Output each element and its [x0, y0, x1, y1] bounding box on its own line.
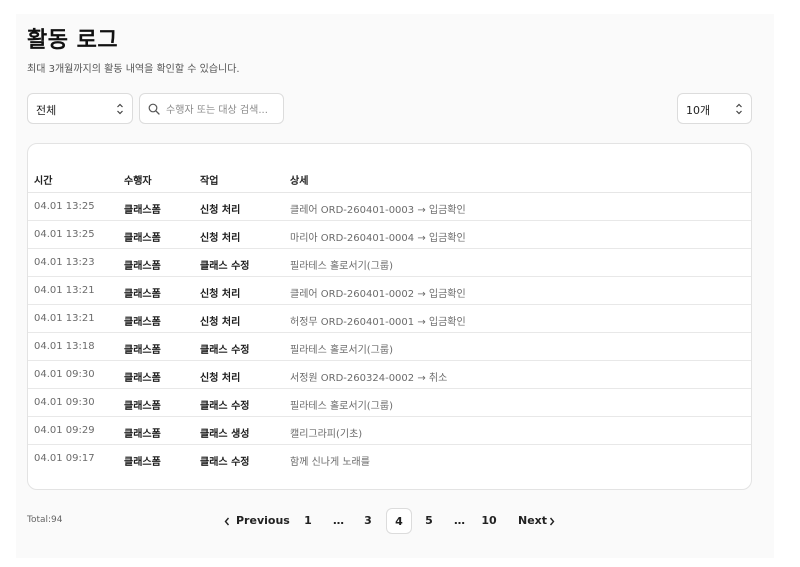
table-body: 04.01 13:25 클래스폼 신청 처리 클레어 ORD-260401-00… [28, 193, 751, 472]
column-header-detail: 상세 [290, 176, 309, 187]
chevron-left-icon [224, 517, 230, 526]
column-header-time: 시간 [34, 176, 53, 187]
cell-action: 신청 처리 [200, 205, 241, 216]
cell-detail: 캘리그라피(기초) [290, 429, 363, 440]
cell-action: 클래스 수정 [200, 345, 250, 356]
cell-action: 신청 처리 [200, 233, 241, 244]
cell-actor: 클래스폼 [124, 233, 161, 244]
table-row: 04.01 13:25 클래스폼 신청 처리 마리아 ORD-260401-00… [28, 221, 751, 249]
page-subtitle: 최대 3개월까지의 활동 내역을 확인할 수 있습니다. [27, 64, 240, 75]
cell-time: 04.01 13:25 [34, 201, 95, 212]
previous-page-button[interactable]: Previous [222, 508, 290, 534]
next-label: Next [518, 514, 548, 527]
page-button[interactable]: 5 [416, 508, 442, 534]
cell-time: 04.01 13:21 [34, 313, 95, 324]
page-size-value: 10개 [686, 104, 711, 117]
cell-time: 04.01 09:30 [34, 397, 95, 408]
cell-detail: 허정무 ORD-260401-0001 → 입금확인 [290, 317, 466, 328]
chevron-up-down-icon [736, 103, 742, 115]
cell-detail: 함께 신나게 노래를 [290, 457, 370, 468]
cell-time: 04.01 13:25 [34, 229, 95, 240]
table-row: 04.01 09:17 클래스폼 클래스 수정 함께 신나게 노래를 [28, 445, 751, 472]
table-row: 04.01 09:30 클래스폼 신청 처리 서정원 ORD-260324-00… [28, 361, 751, 389]
page-ellipsis: … [333, 514, 344, 527]
column-header-actor: 수행자 [124, 176, 152, 187]
page-button[interactable]: 10 [476, 508, 502, 534]
table-row: 04.01 09:30 클래스폼 클래스 수정 필라테스 홀로서기(그룹) [28, 389, 751, 417]
cell-detail: 필라테스 홀로서기(그룹) [290, 261, 393, 272]
cell-actor: 클래스폼 [124, 205, 161, 216]
scope-filter-value: 전체 [36, 104, 57, 117]
total-count: Total:94 [27, 515, 63, 525]
cell-action: 클래스 수정 [200, 261, 250, 272]
table-row: 04.01 13:18 클래스폼 클래스 수정 필라테스 홀로서기(그룹) [28, 333, 751, 361]
chevron-up-down-icon [117, 103, 123, 115]
cell-action: 신청 처리 [200, 373, 241, 384]
previous-label: Previous [236, 514, 290, 527]
cell-actor: 클래스폼 [124, 429, 161, 440]
page-button[interactable]: 1 [295, 508, 321, 534]
cell-detail: 클레어 ORD-260401-0003 → 입금확인 [290, 205, 466, 216]
cell-action: 클래스 수정 [200, 457, 250, 468]
search-icon [148, 103, 160, 115]
cell-actor: 클래스폼 [124, 457, 161, 468]
cell-detail: 필라테스 홀로서기(그룹) [290, 401, 393, 412]
page-button-current[interactable]: 4 [386, 508, 412, 534]
cell-time: 04.01 09:30 [34, 369, 95, 380]
page-ellipsis: … [454, 514, 465, 527]
search-input[interactable] [164, 100, 283, 120]
cell-actor: 클래스폼 [124, 373, 161, 384]
chevron-right-icon [549, 517, 555, 526]
scope-filter-select[interactable]: 전체 [27, 93, 133, 124]
column-header-action: 작업 [200, 176, 219, 187]
cell-time: 04.01 13:21 [34, 285, 95, 296]
cell-action: 클래스 생성 [200, 429, 250, 440]
cell-action: 신청 처리 [200, 317, 241, 328]
cell-detail: 클레어 ORD-260401-0002 → 입금확인 [290, 289, 466, 300]
cell-actor: 클래스폼 [124, 289, 161, 300]
cell-actor: 클래스폼 [124, 401, 161, 412]
table-row: 04.01 13:25 클래스폼 신청 처리 클레어 ORD-260401-00… [28, 193, 751, 221]
cell-time: 04.01 09:17 [34, 453, 95, 464]
table-row: 04.01 13:21 클래스폼 신청 처리 클레어 ORD-260401-00… [28, 277, 751, 305]
table-row: 04.01 13:21 클래스폼 신청 처리 허정무 ORD-260401-00… [28, 305, 751, 333]
cell-detail: 서정원 ORD-260324-0002 → 취소 [290, 373, 448, 384]
cell-actor: 클래스폼 [124, 317, 161, 328]
page-title: 활동 로그 [27, 28, 119, 53]
cell-actor: 클래스폼 [124, 345, 161, 356]
next-page-button[interactable]: Next [515, 508, 559, 534]
cell-detail: 필라테스 홀로서기(그룹) [290, 345, 393, 356]
table-row: 04.01 09:29 클래스폼 클래스 생성 캘리그라피(기초) [28, 417, 751, 445]
cell-action: 클래스 수정 [200, 401, 250, 412]
table-header: 시간 수행자 작업 상세 [28, 164, 751, 193]
cell-actor: 클래스폼 [124, 261, 161, 272]
page-button[interactable]: 3 [355, 508, 381, 534]
search-box[interactable] [139, 93, 284, 124]
cell-time: 04.01 09:29 [34, 425, 95, 436]
cell-action: 신청 처리 [200, 289, 241, 300]
table-row: 04.01 13:23 클래스폼 클래스 수정 필라테스 홀로서기(그룹) [28, 249, 751, 277]
cell-time: 04.01 13:18 [34, 341, 95, 352]
page-size-select[interactable]: 10개 [677, 93, 752, 124]
cell-time: 04.01 13:23 [34, 257, 95, 268]
cell-detail: 마리아 ORD-260401-0004 → 입금확인 [290, 233, 466, 244]
activity-table: 시간 수행자 작업 상세 04.01 13:25 클래스폼 신청 처리 클레어 … [27, 143, 752, 490]
